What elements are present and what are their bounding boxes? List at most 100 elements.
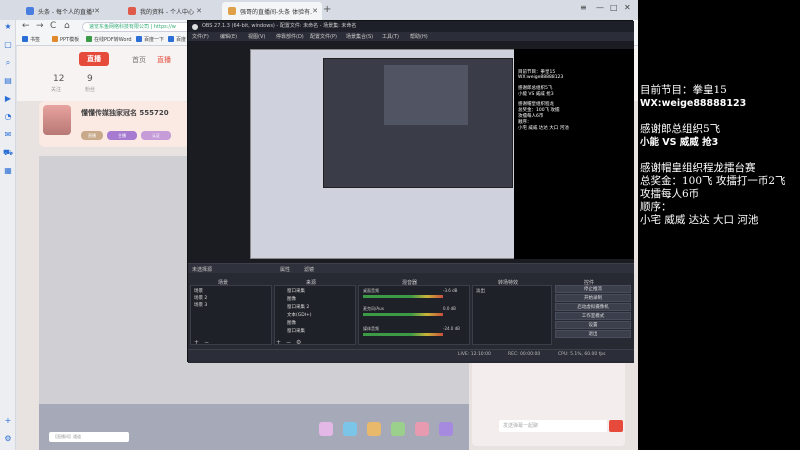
add-icon[interactable]: +: [3, 416, 13, 426]
close-window-icon[interactable]: ✕: [624, 3, 631, 12]
fans-count: 9: [87, 74, 93, 84]
scene-item[interactable]: 场景 3: [194, 302, 207, 308]
anchor-chip[interactable]: 直播: [81, 131, 103, 140]
video-icon[interactable]: ▶: [3, 94, 13, 104]
gear-icon[interactable]: ⚙: [296, 339, 301, 346]
properties-button[interactable]: 属性: [280, 266, 290, 273]
back-icon[interactable]: ←: [22, 21, 30, 31]
exit-button[interactable]: 退出: [555, 330, 631, 338]
start-recording-button[interactable]: 开始录制: [555, 294, 631, 302]
send-button[interactable]: [609, 420, 623, 432]
mixer-label: 麦克风/Aux: [363, 306, 384, 311]
source-item[interactable]: 窗口采集: [287, 288, 305, 294]
search-icon[interactable]: ⌕: [3, 58, 13, 68]
site-icon: [128, 7, 136, 15]
anchor-chip[interactable]: 认证: [141, 131, 171, 140]
tab-profile[interactable]: 我的资料 - 个人中心 - 头条 ✕: [122, 2, 206, 20]
source-item[interactable]: 窗口采集: [287, 328, 305, 334]
menu-tools[interactable]: 工具(T): [382, 33, 399, 40]
menu-scene-collection[interactable]: 场景集合(S): [346, 33, 373, 40]
gift-icon[interactable]: [343, 422, 357, 436]
add-source-icon[interactable]: +: [276, 339, 281, 346]
star-icon[interactable]: ★: [3, 22, 13, 32]
gift-icon[interactable]: [415, 422, 429, 436]
close-icon[interactable]: ✕: [94, 7, 100, 15]
mixer-label: 桌面音频: [363, 288, 379, 293]
rec-time: REC: 00:00:00: [508, 352, 541, 357]
window-capture-preview: [250, 49, 515, 259]
tab-live-room[interactable]: 强哥的直播间-头条 体验有.. ✕: [222, 2, 322, 20]
anchor-card[interactable]: 懂懂传媒独家冠名 555720 直播 主播 认证: [39, 101, 189, 147]
prize-line: 总奖金：100飞 攻擂打一币2飞: [640, 175, 786, 187]
match-line: 小能 VS 威威 抢3: [640, 137, 719, 148]
bookmark-item[interactable]: 百度: [168, 36, 186, 43]
menu-view[interactable]: 视图(V): [248, 33, 265, 40]
avatar[interactable]: [43, 105, 71, 135]
nested-obs-preview: [323, 58, 513, 188]
stop-streaming-button[interactable]: 停止推流: [555, 285, 631, 293]
close-icon[interactable]: ✕: [312, 7, 318, 15]
bookmark-item[interactable]: PPT模板: [52, 36, 79, 43]
order-label: 顺序：: [640, 201, 672, 213]
collection-icon[interactable]: ▢: [3, 40, 13, 50]
gift-bar: 【直播间】通道: [39, 404, 469, 450]
mail-icon[interactable]: ✉: [3, 130, 13, 140]
bookmark-item[interactable]: 百度一下: [136, 36, 164, 43]
bottom-input[interactable]: 【直播间】通道: [49, 432, 129, 442]
remove-source-icon[interactable]: −: [286, 339, 291, 346]
menu-profile[interactable]: 配置文件(P): [310, 33, 337, 40]
anchor-chip[interactable]: 主播: [107, 131, 137, 140]
gift-icon[interactable]: [391, 422, 405, 436]
remove-scene-icon[interactable]: −: [204, 339, 209, 346]
scene-item[interactable]: 场景: [194, 288, 203, 294]
audio-meter: [363, 313, 443, 316]
transition-select[interactable]: 淡出: [476, 288, 485, 294]
refresh-icon[interactable]: C: [50, 21, 56, 31]
close-icon[interactable]: ✕: [196, 7, 202, 15]
menu-file[interactable]: 文件(F): [192, 33, 209, 40]
gift-icon[interactable]: [319, 422, 333, 436]
tab-label: 我的资料 - 个人中心 - 头条: [140, 8, 196, 16]
studio-mode-button[interactable]: 工作室模式: [555, 312, 631, 320]
document-icon[interactable]: ▦: [3, 166, 13, 176]
anchor-title: 懂懂传媒独家冠名 555720: [81, 109, 169, 117]
settings-icon[interactable]: ⚙: [3, 434, 13, 444]
tab-home[interactable]: 头条 - 每个人的直播平台 ✕: [20, 2, 104, 20]
nav-home[interactable]: 首页: [132, 55, 146, 65]
mixer-label: 媒体音频: [363, 326, 379, 331]
live-time: LIVE: 12:10:00: [458, 352, 491, 357]
mixer-panel: 桌面音频 -3.6 dB 麦克风/Aux 0.0 dB 媒体音频 -24.0 d…: [358, 285, 470, 345]
settings-button[interactable]: 设置: [555, 321, 631, 329]
address-bar[interactable]: 速览东鱼网络科技有限公司 | https://w: [82, 22, 202, 32]
forward-icon[interactable]: →: [36, 21, 44, 31]
site-logo[interactable]: 直播: [79, 52, 109, 66]
source-item[interactable]: 图像: [287, 296, 296, 302]
gift-icon[interactable]: [439, 422, 453, 436]
bookmark-item[interactable]: 书签: [22, 36, 40, 43]
chat-input[interactable]: 发送弹幕一起聊: [499, 420, 607, 432]
virtual-camera-button[interactable]: 启动虚拟摄像机: [555, 303, 631, 311]
nav-live[interactable]: 直播: [157, 55, 171, 65]
menu-help[interactable]: 帮助(H): [410, 33, 428, 40]
source-item[interactable]: 窗口采集 2: [287, 304, 309, 310]
new-tab-icon[interactable]: +: [323, 4, 331, 15]
home-icon[interactable]: ⌂: [64, 21, 70, 31]
cart-icon[interactable]: ⛟: [3, 148, 13, 158]
menu-edit[interactable]: 编辑(E): [220, 33, 237, 40]
gift-icon[interactable]: [367, 422, 381, 436]
minimize-icon[interactable]: —: [596, 3, 604, 12]
news-icon[interactable]: ▤: [3, 76, 13, 86]
scene-item[interactable]: 场景 2: [194, 295, 207, 301]
obs-preview[interactable]: 目前节目：拳皇15 WX:weige88888123 感谢郎总组织5飞 小能 V…: [188, 41, 634, 281]
source-item[interactable]: 图像: [287, 320, 296, 326]
menu-icon[interactable]: ≡: [580, 3, 587, 12]
chat-icon[interactable]: ◔: [3, 112, 13, 122]
filters-button[interactable]: 滤镜: [304, 266, 314, 273]
source-item[interactable]: 文本(GDI+): [287, 312, 312, 318]
audio-meter: [363, 333, 443, 336]
cpu-fps: CPU: 5.1%, 60.00 fps: [558, 352, 606, 357]
add-scene-icon[interactable]: +: [194, 339, 199, 346]
maximize-icon[interactable]: □: [610, 3, 618, 12]
bookmark-item[interactable]: 在线PDF转Word: [86, 36, 132, 43]
menu-docks[interactable]: 停靠部件(D): [276, 33, 304, 40]
